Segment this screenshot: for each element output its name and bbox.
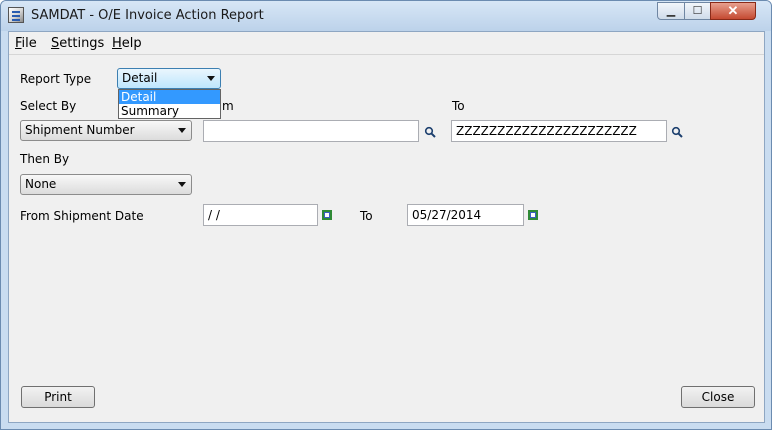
chevron-down-icon [178, 128, 186, 133]
to-label: To [452, 99, 465, 113]
chevron-down-icon [178, 182, 186, 187]
maximize-button[interactable]: ☐ [684, 2, 711, 20]
from-date-input[interactable]: / / [203, 204, 318, 226]
menu-bar: File Settings Help [9, 32, 764, 55]
app-window: SAMDAT - O/E Invoice Action Report ▁ ☐ ✕… [0, 0, 772, 430]
search-icon[interactable] [671, 126, 683, 138]
report-type-label: Report Type [20, 72, 92, 86]
app-icon[interactable] [8, 7, 24, 23]
print-button[interactable]: Print [21, 386, 95, 408]
menu-settings[interactable]: Settings [51, 36, 104, 51]
close-button[interactable]: Close [681, 386, 755, 408]
close-button-label: Close [701, 390, 735, 404]
calendar-icon[interactable] [322, 210, 332, 220]
from-label: m [222, 99, 234, 113]
report-type-select[interactable]: Detail [117, 68, 221, 89]
then-by-value: None [25, 177, 57, 191]
then-by-label: Then By [20, 152, 70, 166]
select-by-select[interactable]: Shipment Number [20, 120, 192, 141]
report-type-dropdown-list[interactable]: Detail Summary [118, 89, 221, 119]
chevron-down-icon [207, 76, 215, 81]
select-by-label: Select By [20, 99, 77, 113]
from-input[interactable] [203, 120, 419, 142]
date-to-label: To [360, 209, 373, 223]
then-by-select[interactable]: None [20, 174, 192, 195]
menu-help[interactable]: Help [112, 36, 142, 51]
client-area: File Settings Help Report Type Detail De… [8, 31, 765, 423]
print-button-label: Print [44, 390, 72, 404]
title-bar[interactable]: SAMDAT - O/E Invoice Action Report ▁ ☐ ✕ [1, 1, 771, 31]
minimize-button[interactable]: ▁ [657, 2, 685, 20]
option-detail[interactable]: Detail [119, 90, 220, 104]
to-input[interactable]: ZZZZZZZZZZZZZZZZZZZZZZ [451, 120, 667, 142]
close-window-button[interactable]: ✕ [710, 2, 756, 20]
option-summary[interactable]: Summary [119, 104, 220, 118]
select-by-value: Shipment Number [25, 123, 135, 137]
search-icon[interactable] [424, 126, 436, 138]
report-type-value: Detail [122, 71, 158, 85]
to-date-input[interactable]: 05/27/2014 [407, 204, 524, 226]
menu-file[interactable]: File [15, 36, 37, 51]
shipment-date-label: From Shipment Date [20, 209, 144, 223]
calendar-icon[interactable] [528, 210, 538, 220]
window-title: SAMDAT - O/E Invoice Action Report [31, 8, 264, 23]
